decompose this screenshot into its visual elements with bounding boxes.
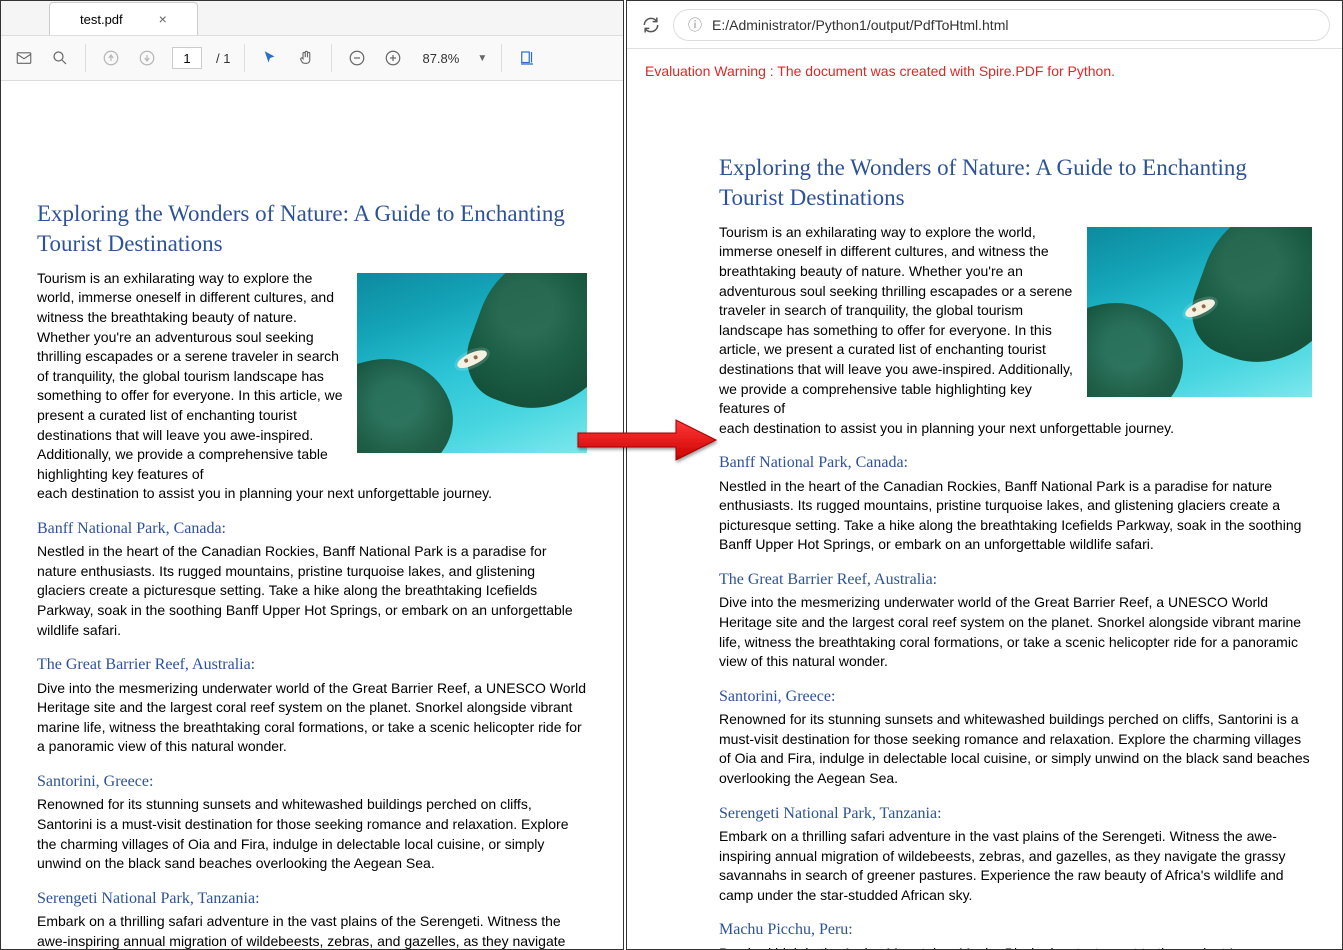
section-body: Nestled in the heart of the Canadian Roc… <box>37 542 587 640</box>
section-title: The Great Barrier Reef, Australia: <box>719 569 1312 591</box>
section-title: Machu Picchu, Peru: <box>719 919 1312 941</box>
pointer-icon[interactable] <box>259 47 281 69</box>
zoom-level-label: 87.8% <box>418 51 463 66</box>
intro-paragraph: Tourism is an exhilarating way to explor… <box>37 269 351 485</box>
close-tab-icon[interactable]: × <box>159 11 167 27</box>
section-title: Santorini, Greece: <box>719 686 1312 708</box>
url-text: E:/Administrator/Python1/output/PdfToHtm… <box>712 17 1008 33</box>
intro-continuation: each destination to assist you in planni… <box>37 484 587 504</box>
section-title: Banff National Park, Canada: <box>719 452 1312 474</box>
section-title: Serengeti National Park, Tanzania: <box>719 803 1312 825</box>
hand-icon[interactable] <box>295 47 317 69</box>
section-body: Dive into the mesmerizing underwater wor… <box>719 593 1312 671</box>
evaluation-warning: Evaluation Warning : The document was cr… <box>627 49 1342 83</box>
toolbar-divider <box>331 44 332 72</box>
zoom-out-icon[interactable] <box>346 47 368 69</box>
info-icon[interactable]: ⓘ <box>688 15 702 35</box>
zoom-dropdown-icon[interactable]: ▼ <box>477 53 487 64</box>
hero-image <box>357 273 587 453</box>
page-total-label: / 1 <box>216 51 230 66</box>
section-body: Renowned for its stunning sunsets and wh… <box>37 795 587 873</box>
search-icon[interactable] <box>49 47 71 69</box>
pdf-tab[interactable]: test.pdf × <box>49 2 198 35</box>
section-body: Perched high in the Andes Mountains, Mac… <box>719 944 1312 949</box>
section-body: Nestled in the heart of the Canadian Roc… <box>719 477 1312 555</box>
reload-icon[interactable] <box>639 13 663 37</box>
section-title: The Great Barrier Reef, Australia: <box>37 654 587 676</box>
url-input[interactable]: ⓘ E:/Administrator/Python1/output/PdfToH… <box>673 9 1330 41</box>
document-title: Exploring the Wonders of Nature: A Guide… <box>719 153 1312 213</box>
section-title: Santorini, Greece: <box>37 771 587 793</box>
pdf-viewer-panel: test.pdf × / 1 87. <box>0 0 624 950</box>
intro-paragraph: Tourism is an exhilarating way to explor… <box>719 223 1081 419</box>
section-body: Renowned for its stunning sunsets and wh… <box>719 710 1312 788</box>
section-body: Embark on a thrilling safari adventure i… <box>37 912 587 949</box>
section-body: Embark on a thrilling safari adventure i… <box>719 827 1312 905</box>
fit-page-icon[interactable] <box>516 47 538 69</box>
hero-image <box>1087 227 1312 397</box>
zoom-in-icon[interactable] <box>382 47 404 69</box>
page-number-input[interactable] <box>172 47 202 69</box>
browser-address-bar: ⓘ E:/Administrator/Python1/output/PdfToH… <box>627 1 1342 49</box>
section-body: Dive into the mesmerizing underwater wor… <box>37 679 587 757</box>
section-title: Serengeti National Park, Tanzania: <box>37 888 587 910</box>
prev-page-icon[interactable] <box>100 47 122 69</box>
email-icon[interactable] <box>13 47 35 69</box>
section-title: Banff National Park, Canada: <box>37 518 587 540</box>
pdf-toolbar: / 1 87.8% ▼ <box>1 36 623 81</box>
document-title: Exploring the Wonders of Nature: A Guide… <box>37 199 587 259</box>
toolbar-divider <box>85 44 86 72</box>
pdf-tab-bar: test.pdf × <box>1 1 623 36</box>
intro-continuation: each destination to assist you in planni… <box>719 419 1312 439</box>
toolbar-divider <box>244 44 245 72</box>
next-page-icon[interactable] <box>136 47 158 69</box>
html-page-content: Exploring the Wonders of Nature: A Guide… <box>627 83 1342 949</box>
toolbar-divider <box>501 44 502 72</box>
browser-panel: ⓘ E:/Administrator/Python1/output/PdfToH… <box>626 0 1343 950</box>
pdf-tab-label: test.pdf <box>80 12 123 27</box>
pdf-page-content: Exploring the Wonders of Nature: A Guide… <box>1 81 623 949</box>
